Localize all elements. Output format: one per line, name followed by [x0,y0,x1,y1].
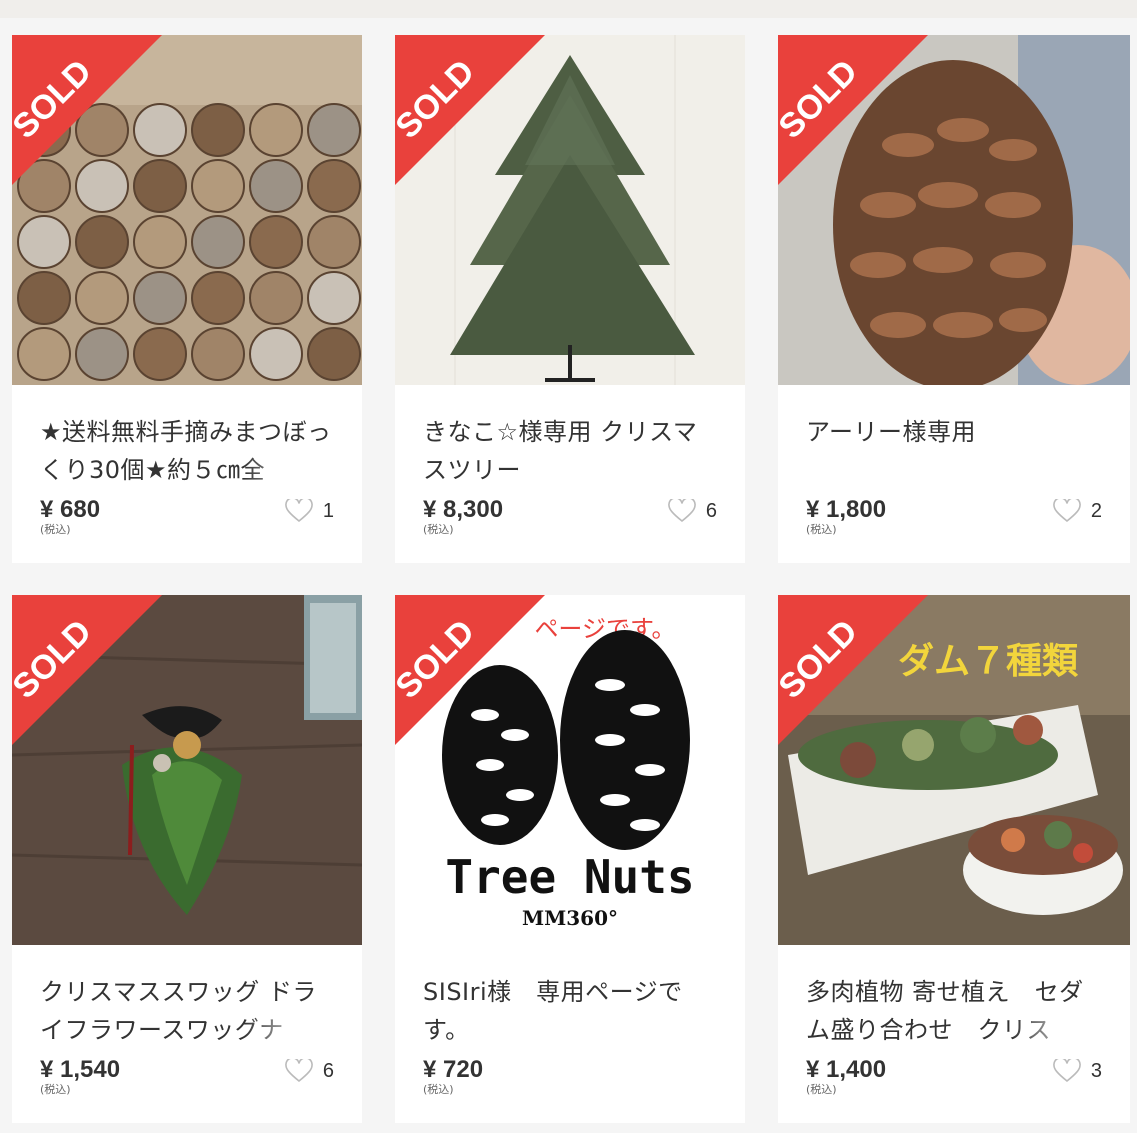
product-card[interactable]: ページです。 Tree Nuts MM360° SOLD SISIri様 専用ペ… [395,595,745,1123]
pinecone-shape [191,271,245,325]
product-image[interactable]: ダム７種類 SOLD [778,595,1130,945]
like-count: 3 [1090,1059,1102,1082]
pinecone-shape [307,103,361,157]
pinecone-shape [17,327,71,381]
sold-ribbon: SOLD [12,595,162,745]
tax-label: (税込) [40,1083,71,1096]
pinecone-shape [307,215,361,269]
product-title: アーリー様専用 [806,418,977,446]
pinecone-shape [17,215,71,269]
like-count: 6 [322,1059,334,1082]
pinecone-shape [191,215,245,269]
sold-ribbon: SOLD [778,595,928,745]
product-card[interactable]: SOLD クリスマススワッグ ドライフラワースワッグナ ¥ 1,540 (税込)… [12,595,362,1123]
pinecone-shape [17,271,71,325]
pinecone-shape [249,215,303,269]
product-image[interactable]: SOLD [395,35,745,385]
pinecone-shape [249,327,303,381]
sold-ribbon: SOLD [395,595,545,745]
sold-ribbon: SOLD [778,35,928,185]
pinecone-shape [249,271,303,325]
pinecone-shape [75,327,129,381]
like-button[interactable]: 3 [1053,1059,1102,1083]
sold-ribbon: SOLD [395,35,545,185]
like-button[interactable]: 6 [668,499,717,523]
pinecone-shape [191,327,245,381]
product-image[interactable]: SOLD [12,595,362,945]
product-card[interactable]: SOLD アーリー様専用 ¥ 1,800 (税込) 2 [778,35,1130,563]
title-fade [1012,1011,1102,1049]
product-grid: SOLD ★送料無料手摘みまつぼっくり30個★約５㎝全 ¥ 680 (税込) 1 [12,35,1130,1123]
heart-icon [668,499,696,523]
heart-icon [1053,499,1081,523]
top-strip [0,0,1137,18]
heart-icon [285,499,313,523]
heart-icon [285,1059,313,1083]
image-sub-text: MM360° [522,906,618,930]
product-image[interactable]: SOLD [12,35,362,385]
tax-label: (税込) [806,1083,837,1096]
product-title: SISIri様 専用ページです。 [423,978,683,1044]
heart-icon [1053,1059,1081,1083]
pinecone-shape [75,215,129,269]
product-title: きなこ☆様専用 クリスマスツリー [423,418,698,484]
pinecone-shape [307,271,361,325]
pinecone-shape [133,327,187,381]
product-card[interactable]: ダム７種類 SOLD 多肉植物 寄せ植え セダム盛り合わせ クリス ¥ 1,40… [778,595,1130,1123]
like-button[interactable]: 6 [285,1059,334,1083]
like-count: 1 [322,499,334,522]
image-brand-text: Tree Nuts [445,850,694,904]
pinecone-shape [191,159,245,213]
pinecone-shape [133,271,187,325]
title-fade [244,1011,334,1049]
pinecone-shape [307,159,361,213]
like-button[interactable]: 2 [1053,499,1102,523]
pinecone-shape [307,327,361,381]
tax-label: (税込) [423,1083,454,1096]
title-fade [244,451,334,489]
sold-ribbon: SOLD [12,35,162,185]
product-image[interactable]: ページです。 Tree Nuts MM360° SOLD [395,595,745,945]
product-image[interactable]: SOLD [778,35,1130,385]
like-count: 2 [1090,499,1102,522]
pinecone-shape [133,215,187,269]
like-button[interactable]: 1 [285,499,334,523]
product-card[interactable]: SOLD きなこ☆様専用 クリスマスツリー ¥ 8,300 (税込) 6 [395,35,745,563]
tax-label: (税込) [423,523,454,536]
pinecone-shape [75,271,129,325]
product-price: ¥ 720 [423,1056,484,1083]
like-count: 6 [705,499,717,522]
pinecone-shape [191,103,245,157]
pinecone-shape [249,159,303,213]
pinecone-shape [249,103,303,157]
tax-label: (税込) [40,523,71,536]
product-card[interactable]: SOLD ★送料無料手摘みまつぼっくり30個★約５㎝全 ¥ 680 (税込) 1 [12,35,362,563]
tax-label: (税込) [806,523,837,536]
